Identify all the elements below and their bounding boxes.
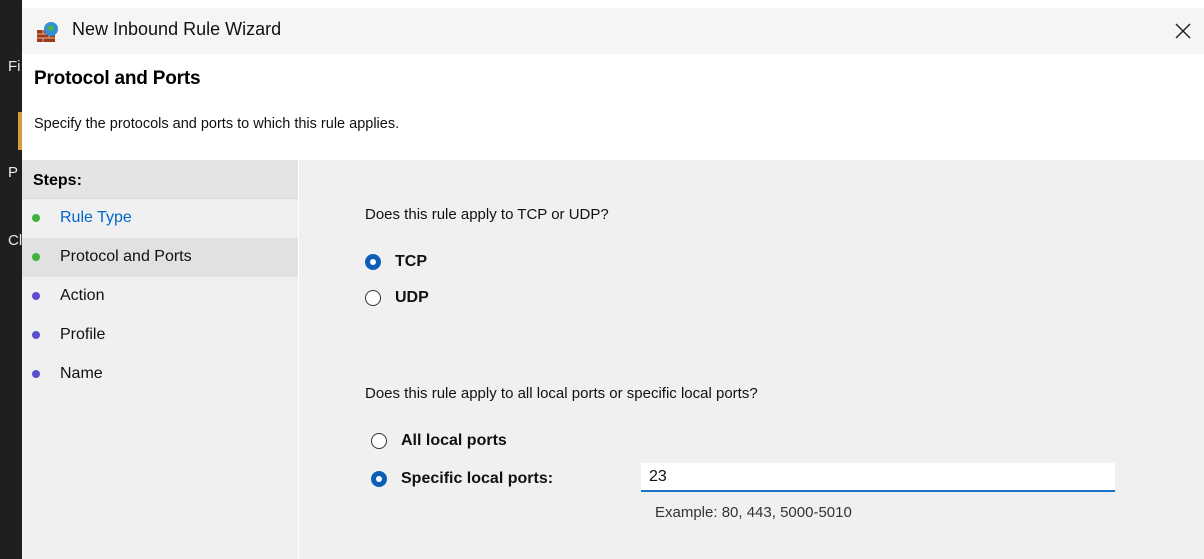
tcp-radio-indicator [365, 254, 381, 270]
steps-panel: Steps: Rule Type Protocol and Ports Action… [22, 160, 299, 559]
background-app-text: Fi [8, 58, 21, 75]
udp-radio-label: UDP [395, 289, 429, 306]
step-label: Protocol and Ports [60, 248, 192, 265]
udp-radio[interactable]: UDP [365, 289, 429, 307]
step-label: Name [60, 365, 103, 382]
protocol-ports-content: Does this rule apply to TCP or UDP? TCP … [299, 160, 1204, 559]
ports-example-hint: Example: 80, 443, 5000-5010 [655, 504, 852, 521]
ports-question: Does this rule apply to all local ports … [365, 385, 758, 402]
step-label: Action [60, 287, 105, 304]
step-bullet-icon [32, 214, 40, 222]
wizard-window: New Inbound Rule Wizard Protocol and Por… [22, 0, 1204, 559]
close-button[interactable] [1166, 14, 1200, 48]
step-item-protocol-and-ports[interactable]: Protocol and Ports [22, 238, 298, 277]
step-label: Rule Type [60, 209, 132, 226]
tcp-radio-label: TCP [395, 253, 427, 270]
background-app-strip: Fi P Cl [0, 0, 22, 559]
window-title: New Inbound Rule Wizard [72, 19, 282, 39]
protocol-question: Does this rule apply to TCP or UDP? [365, 206, 609, 223]
step-item-profile[interactable]: Profile [22, 316, 298, 355]
page-title: Protocol and Ports [34, 68, 201, 89]
wizard-body: Steps: Rule Type Protocol and Ports Action… [22, 160, 1204, 559]
specific-local-ports-radio-label: Specific local ports: [401, 470, 554, 487]
firewall-app-icon [37, 22, 58, 42]
tcp-radio[interactable]: TCP [365, 253, 427, 271]
step-bullet-icon [32, 292, 40, 300]
step-bullet-icon [32, 331, 40, 339]
all-local-ports-radio-label: All local ports [401, 432, 507, 449]
step-item-action[interactable]: Action [22, 277, 298, 316]
step-bullet-icon [32, 253, 40, 261]
background-app-text: P [8, 164, 19, 181]
close-icon [1175, 23, 1191, 39]
step-item-name[interactable]: Name [22, 355, 298, 394]
specific-ports-input[interactable] [641, 463, 1115, 492]
steps-heading: Steps: [22, 160, 298, 199]
wizard-header: Protocol and Ports Specify the protocols… [22, 54, 1204, 160]
specific-local-ports-radio[interactable]: Specific local ports: [371, 470, 553, 488]
steps-list: Rule Type Protocol and Ports Action Profile… [22, 199, 298, 394]
step-item-rule-type[interactable]: Rule Type [22, 199, 298, 238]
page-description: Specify the protocols and ports to which… [34, 116, 400, 132]
udp-radio-indicator [365, 290, 381, 306]
step-bullet-icon [32, 370, 40, 378]
all-local-ports-radio[interactable]: All local ports [371, 432, 507, 450]
title-bar: New Inbound Rule Wizard [22, 8, 1204, 54]
step-label: Profile [60, 326, 106, 343]
specific-local-ports-radio-indicator [371, 471, 387, 487]
all-local-ports-radio-indicator [371, 433, 387, 449]
background-app-text: Cl [8, 232, 23, 249]
